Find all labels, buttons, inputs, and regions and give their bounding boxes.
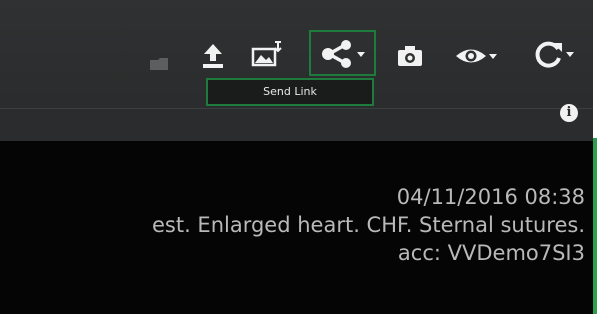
send-link-tooltip: Send Link [206, 78, 374, 106]
chevron-down-icon [565, 49, 575, 59]
share-button[interactable] [311, 32, 374, 76]
toolbar: Send Link [0, 0, 593, 108]
overlay-clip: 04/11/2016 08:38 est. Enlarged heart. CH… [0, 141, 593, 314]
image-import-button[interactable] [248, 32, 286, 76]
rotate-button[interactable] [525, 32, 583, 76]
study-accession: acc: VVDemo7SI3 [397, 241, 585, 265]
viewer-window: Send Link i 04/11/2016 08:38 est. Enlarg… [0, 0, 593, 314]
info-icon[interactable]: i [560, 104, 578, 122]
panel-header [0, 109, 593, 141]
faded-tool-icon[interactable] [145, 42, 173, 86]
study-overlay: 04/11/2016 08:38 est. Enlarged heart. CH… [152, 183, 585, 267]
chevron-down-icon [488, 51, 498, 61]
study-datetime: 04/11/2016 08:38 [396, 185, 585, 209]
chevron-down-icon [356, 49, 366, 59]
camera-button[interactable] [392, 34, 428, 78]
study-description: est. Enlarged heart. CHF. Sternal suture… [151, 213, 585, 237]
upload-button[interactable] [196, 34, 230, 78]
share-icon [320, 39, 356, 69]
eye-icon [454, 45, 488, 67]
visibility-button[interactable] [450, 34, 502, 78]
rotate-icon [533, 39, 565, 69]
upload-icon [200, 42, 226, 70]
image-import-icon [250, 39, 284, 69]
camera-icon [396, 44, 424, 68]
